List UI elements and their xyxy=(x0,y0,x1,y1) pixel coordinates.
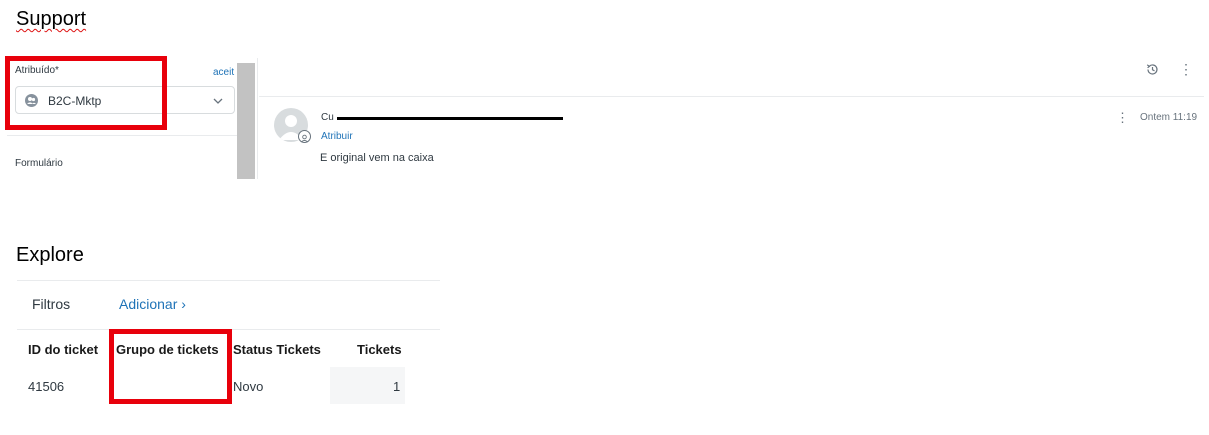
cell-ticket-id: 41506 xyxy=(28,379,65,394)
column-header-tickets[interactable]: Tickets xyxy=(357,342,402,357)
panel-scrollbar[interactable] xyxy=(237,63,255,179)
explore-heading: Explore xyxy=(16,244,84,266)
filters-bar xyxy=(17,280,440,330)
panel-divider xyxy=(7,135,237,136)
message-timestamp: Ontem 11:19 xyxy=(1140,112,1198,123)
add-filter-link[interactable]: Adicionar › xyxy=(119,296,186,312)
message-author: Cu xyxy=(321,112,334,123)
cell-tickets-count: 1 xyxy=(393,379,401,394)
redaction-bar xyxy=(337,117,563,120)
filters-label: Filtros xyxy=(32,296,71,312)
chevron-down-icon xyxy=(212,94,224,112)
accept-link[interactable]: aceit xyxy=(213,67,234,78)
message-body: E original vem na caixa xyxy=(320,152,434,164)
highlight-box-ticket-group xyxy=(109,329,232,404)
column-header-ticket-id[interactable]: ID do ticket xyxy=(28,342,98,357)
conversation-divider xyxy=(259,96,1204,97)
cell-ticket-status: Novo xyxy=(233,379,264,394)
support-heading: Support xyxy=(16,8,87,30)
more-vertical-icon[interactable]: ⋮ xyxy=(1179,62,1193,76)
assign-link[interactable]: Atribuir xyxy=(321,131,353,142)
agent-badge-icon xyxy=(298,130,311,143)
highlight-box-assignee xyxy=(5,56,167,130)
history-icon[interactable] xyxy=(1145,62,1160,82)
form-label: Formulário xyxy=(15,158,63,169)
message-more-icon[interactable]: ⋮ xyxy=(1116,111,1129,125)
column-header-ticket-status[interactable]: Status Tickets xyxy=(233,342,321,357)
